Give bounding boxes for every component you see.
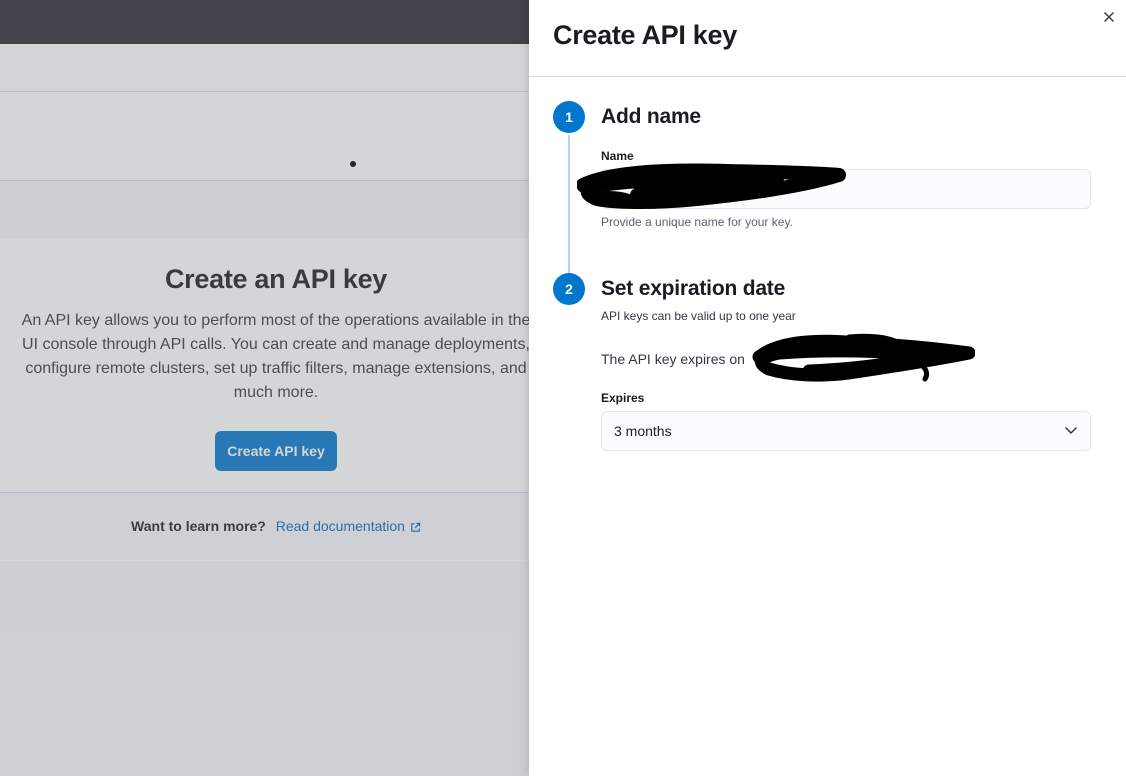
redaction-scribble xyxy=(752,333,975,382)
step-title: Add name xyxy=(601,105,701,128)
expiration-subtitle: API keys can be valid up to one year xyxy=(601,309,796,323)
expires-select[interactable]: 3 months xyxy=(601,411,1091,451)
step-title: Set expiration date xyxy=(601,277,786,300)
step-number: 1 xyxy=(553,101,585,133)
step-set-expiration: 2 Set expiration date API keys can be va… xyxy=(553,273,1091,451)
flyout-header: Create API key xyxy=(529,0,1126,77)
expiration-summary-text: The API key expires on xyxy=(601,351,745,367)
expires-select-value: 3 months xyxy=(614,423,672,439)
steps-container: 1 Add name Name Provide a unique name fo… xyxy=(529,77,1126,451)
close-icon xyxy=(1104,12,1114,22)
flyout-title: Create API key xyxy=(553,20,737,50)
chevron-down-icon xyxy=(1064,426,1078,435)
step-number: 2 xyxy=(553,273,585,305)
expiration-summary: The API key expires on xyxy=(601,333,1090,382)
name-help-text: Provide a unique name for your key. xyxy=(601,215,793,229)
step-add-name: 1 Add name Name Provide a unique name fo… xyxy=(553,101,1091,229)
expires-field-label: Expires xyxy=(601,391,645,405)
create-api-key-flyout: Create API key 1 Add name Name Provide a… xyxy=(529,0,1126,776)
redaction-scribble xyxy=(577,163,846,209)
name-field-label: Name xyxy=(601,149,634,163)
close-button[interactable] xyxy=(1100,8,1118,26)
